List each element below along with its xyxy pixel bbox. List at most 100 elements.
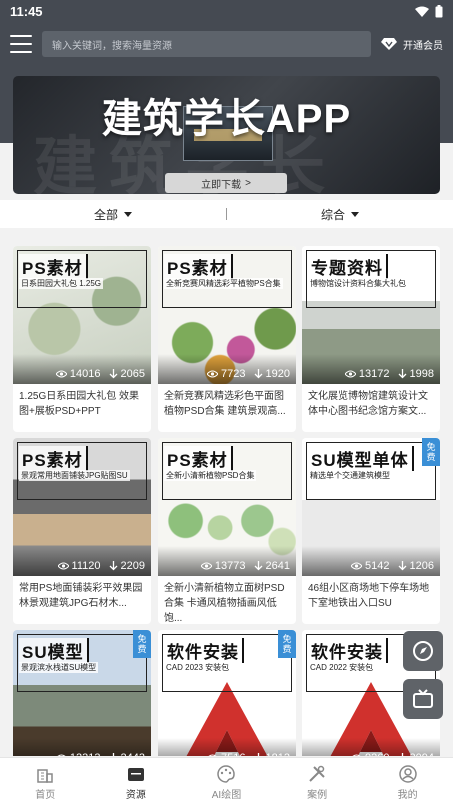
download-icon — [257, 753, 259, 756]
card-stats: 7516 1812 — [207, 752, 290, 756]
card-subtitle: 景观常用地面铺装JPG贴图SU — [19, 470, 130, 481]
card-tag: PS素材 — [19, 446, 88, 471]
card-downloads: 1998 — [409, 368, 434, 380]
compass-float-button[interactable] — [403, 631, 443, 671]
eye-icon — [57, 754, 66, 756]
folder-icon — [127, 767, 144, 781]
free-badge: 免费 — [278, 630, 296, 658]
free-badge: 免费 — [133, 630, 151, 658]
chevron-right-icon: > — [245, 177, 251, 189]
card-thumbnail: 专题资料 博物馆设计资料合集大礼包 13172 1998 — [302, 246, 440, 384]
compass-icon — [413, 641, 433, 661]
bottom-nav: 首页 资源 AI绘图 案例 我的 — [0, 757, 453, 807]
free-badge: 免费 — [422, 438, 440, 466]
card-thumbnail: PS素材 景观常用地面铺装JPG贴图SU 11120 2209 — [13, 438, 151, 576]
card-views: 7723 — [221, 368, 246, 380]
card-subtitle: CAD 2022 安装包 — [308, 662, 376, 673]
eye-icon — [208, 754, 217, 756]
card-caption: 全新小清新植物立面树PSD合集 卡通风植物插画风低饱... — [164, 583, 285, 624]
card-caption: 1.25G日系田园大礼包 效果图+展板PSD+PPT — [19, 391, 140, 417]
card-stats: 9260 2094 — [351, 752, 434, 756]
card-tag: 专题资料 — [308, 254, 388, 279]
card-thumbnail: SU模型景观滨水栈道SU模型 免费 12313 2443 — [13, 630, 151, 756]
card-downloads: 2209 — [120, 560, 145, 572]
card-downloads: 2641 — [265, 560, 290, 572]
card-views: 7516 — [221, 752, 245, 756]
promo-banner[interactable]: 建筑学长 建筑学长APP 立即下载 > — [13, 76, 440, 194]
card-stats: 11120 2209 — [57, 560, 145, 572]
download-icon — [254, 561, 262, 571]
wifi-icon — [415, 6, 429, 17]
eye-icon — [207, 370, 219, 378]
card-stats: 13172 1998 — [344, 368, 434, 380]
card-tag: PS素材 — [164, 446, 233, 471]
filter-all-label: 全部 — [93, 207, 118, 222]
resource-card[interactable]: 软件安装CAD 2023 安装包 免费 7516 1812 — [158, 630, 296, 756]
card-caption: 全新竞赛风精选彩色平面图植物PSD合集 建筑景观高... — [164, 391, 286, 417]
card-tag: 软件安装 — [164, 638, 244, 663]
card-downloads: 2065 — [120, 368, 145, 380]
building-icon — [37, 768, 54, 783]
nav-home[interactable]: 首页 — [0, 758, 91, 807]
status-bar: 11:45 — [0, 0, 453, 22]
card-downloads: 1206 — [409, 560, 434, 572]
card-downloads: 1920 — [265, 368, 290, 380]
resource-card[interactable]: PS素材 全新竞赛风精选彩平植物PS合集 7723 1920 全新竞赛风精选彩色平面图植… — [158, 246, 296, 432]
nav-resources-label: 资源 — [125, 789, 146, 801]
card-views: 9260 — [365, 752, 389, 756]
card-views: 13172 — [358, 368, 390, 380]
download-now-button[interactable]: 立即下载 > — [165, 173, 287, 193]
download-icon — [254, 369, 262, 379]
eye-icon — [344, 370, 356, 378]
resource-card[interactable]: PS素材 日系田园大礼包 1.25G 14016 2065 1.25G日系田园大礼包 效… — [13, 246, 151, 432]
card-downloads: 2443 — [121, 752, 145, 756]
card-thumbnail: PS素材 全新小清新植物PSD合集 13773 2641 — [158, 438, 296, 576]
card-stats: 13773 2641 — [200, 560, 290, 572]
tools-icon — [309, 765, 325, 782]
vip-label: 开通会员 — [403, 40, 443, 52]
banner-title: 建筑学长APP — [101, 97, 352, 141]
download-icon — [401, 753, 403, 756]
nav-ai-drawing[interactable]: AI绘图 — [181, 758, 272, 807]
menu-icon[interactable] — [10, 35, 32, 53]
vip-button[interactable]: 开通会员 — [381, 37, 443, 52]
download-icon — [112, 753, 114, 756]
card-views: 12313 — [70, 752, 101, 756]
resource-card[interactable]: PS素材 景观常用地面铺装JPG贴图SU 11120 2209 常用PS地面铺装彩平效果… — [13, 438, 151, 624]
resource-card[interactable]: SU模型景观滨水栈道SU模型 免费 12313 2443 — [13, 630, 151, 756]
resource-card[interactable]: SU模型单体 精选单个交通建筑模型 免费 5142 1206 46组小区商场地下停车场地下… — [302, 438, 440, 624]
card-tag: PS素材 — [164, 254, 233, 279]
caret-down-icon — [124, 211, 132, 217]
filter-sort-dropdown[interactable]: 综合 — [227, 206, 453, 223]
nav-cases[interactable]: 案例 — [272, 758, 363, 807]
card-stats: 12313 2443 — [56, 752, 145, 756]
tv-icon — [413, 689, 433, 708]
user-icon — [398, 764, 417, 783]
card-caption: 46组小区商场地下停车场地下室地铁出入口SU — [308, 583, 430, 609]
eye-icon — [200, 562, 212, 570]
card-tag: PS素材 — [19, 254, 88, 279]
resource-card[interactable]: PS素材 全新小清新植物PSD合集 13773 2641 全新小清新植物立面树PSD合集… — [158, 438, 296, 624]
nav-cases-label: 案例 — [307, 789, 328, 801]
card-caption: 文化展览博物馆建筑设计文体中心图书纪念馆方案文... — [308, 391, 428, 417]
filter-all-dropdown[interactable]: 全部 — [0, 206, 226, 223]
download-icon — [109, 561, 117, 571]
nav-resources[interactable]: 资源 — [91, 758, 182, 807]
card-subtitle: 全新竞赛风精选彩平植物PS合集 — [164, 278, 283, 289]
tv-float-button[interactable] — [403, 679, 443, 719]
download-icon — [398, 561, 406, 571]
card-subtitle: 博物馆设计资料合集大礼包 — [308, 278, 408, 289]
card-subtitle: CAD 2023 安装包 — [164, 662, 232, 673]
nav-profile[interactable]: 我的 — [362, 758, 453, 807]
download-icon — [109, 369, 117, 379]
nav-ai-drawing-label: AI绘图 — [211, 789, 242, 801]
card-subtitle: 全新小清新植物PSD合集 — [164, 470, 257, 481]
resource-card[interactable]: 专题资料 博物馆设计资料合集大礼包 13172 1998 文化展览博物馆建筑设计文体中心… — [302, 246, 440, 432]
card-subtitle: 景观滨水栈道SU模型 — [19, 662, 99, 673]
download-icon — [398, 369, 406, 379]
card-thumbnail: PS素材 全新竞赛风精选彩平植物PS合集 7723 1920 — [158, 246, 296, 384]
search-input[interactable]: 输入关键词，搜索海量资源 — [42, 31, 371, 57]
card-views: 13773 — [214, 560, 246, 572]
filter-sort-label: 综合 — [320, 207, 345, 222]
card-tag: SU模型 — [19, 638, 89, 663]
